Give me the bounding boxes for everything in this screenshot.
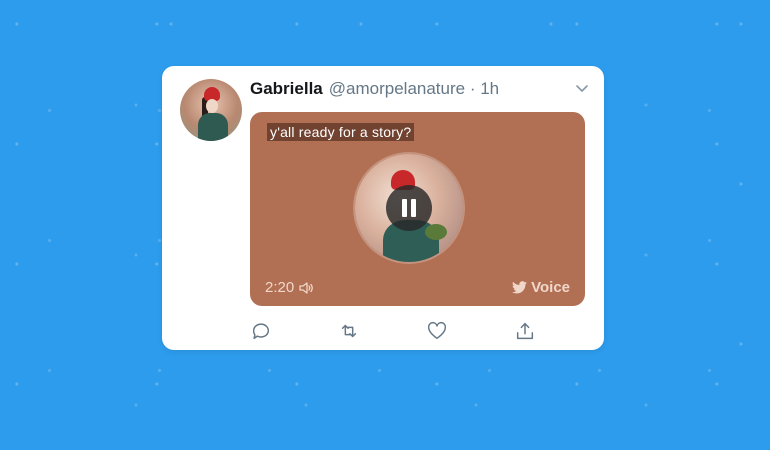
tweet-card[interactable]: Gabriella @amorpelanature · 1h y'all rea…	[162, 66, 604, 350]
chevron-down-icon[interactable]	[574, 80, 590, 96]
avatar-face	[206, 99, 218, 113]
voice-label: Voice	[531, 279, 570, 296]
retweet-icon[interactable]	[338, 320, 360, 342]
speaker-icon[interactable]	[298, 281, 314, 295]
twitter-bird-icon	[512, 281, 528, 294]
duration-text: 2:20	[265, 279, 295, 296]
tweet-header: Gabriella @amorpelanature · 1h	[250, 79, 499, 101]
share-icon[interactable]	[514, 320, 536, 342]
pause-button[interactable]	[386, 185, 432, 231]
disc-leaf	[425, 224, 447, 240]
author-name[interactable]: Gabriella	[250, 79, 323, 99]
voice-duration: 2:20	[265, 279, 314, 296]
like-icon[interactable]	[426, 320, 448, 342]
voice-badge: Voice	[512, 279, 570, 296]
voice-caption: y'all ready for a story?	[267, 123, 415, 141]
voice-tweet-media[interactable]: y'all ready for a story? 2:20 Voice	[250, 112, 585, 306]
tweet-actions	[250, 320, 550, 342]
pause-icon	[402, 199, 407, 217]
pause-icon-bar	[411, 199, 416, 217]
avatar-body	[198, 113, 228, 141]
author-handle-time[interactable]: @amorpelanature · 1h	[329, 79, 499, 99]
reply-icon[interactable]	[250, 320, 272, 342]
avatar[interactable]	[180, 79, 242, 141]
